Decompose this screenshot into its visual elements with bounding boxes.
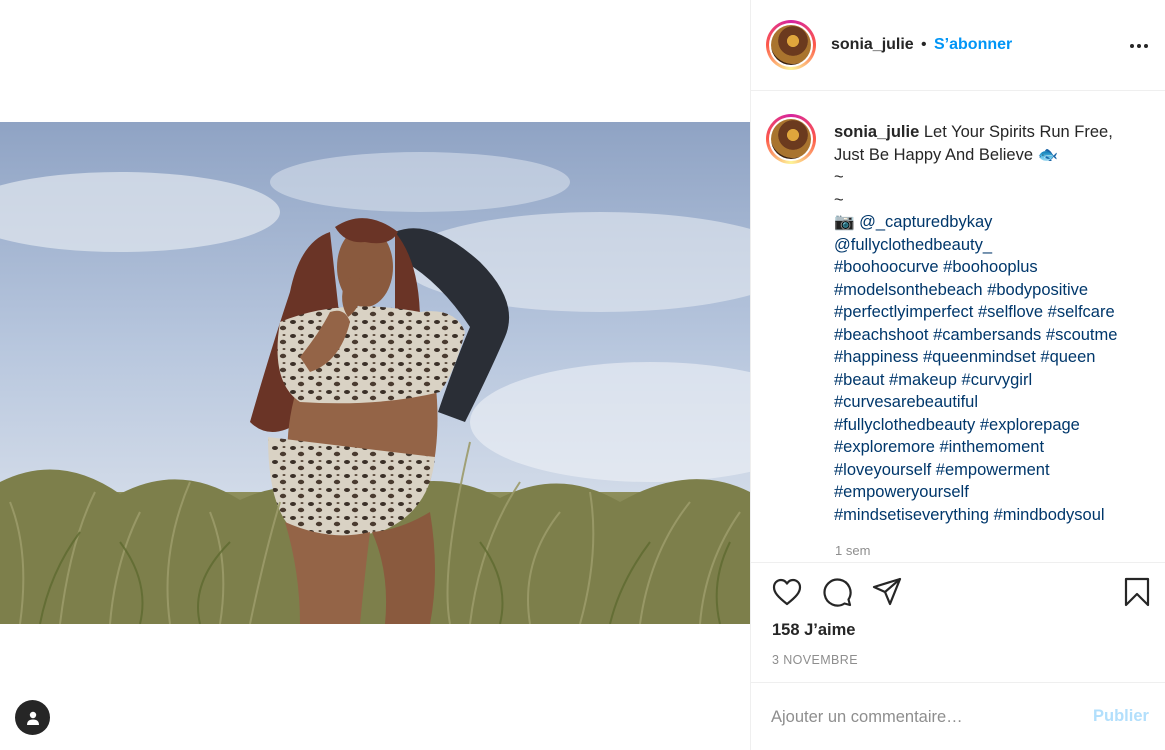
caption-line: Let Your Spirits Run Free, <box>923 123 1113 141</box>
caption-hashtags[interactable]: #mindsetiseverything #mindbodysoul <box>834 504 1144 527</box>
caption-hashtags[interactable]: #empoweryourself <box>834 481 1144 504</box>
caption-hashtags[interactable]: #perfectlyimperfect #selflove #selfcare <box>834 301 1144 324</box>
caption-line: Just Be Happy And Believe 🐟 <box>834 145 1059 164</box>
post-header: sonia_julie • S’abonner <box>751 0 1165 91</box>
post-date[interactable]: 3 NOVEMBRE <box>772 653 858 667</box>
author-avatar[interactable] <box>766 20 816 70</box>
caption-hashtags[interactable]: #happiness #queenmindset #queen <box>834 346 1144 369</box>
caption-line: ~ <box>834 190 844 209</box>
caption-username[interactable]: sonia_julie <box>834 123 919 141</box>
caption-mention[interactable]: @fullyclothedbeauty_ <box>834 234 1144 257</box>
caption-hashtags[interactable]: #loveyourself #empowerment <box>834 459 1144 482</box>
more-options-icon[interactable] <box>1127 34 1151 58</box>
follow-button[interactable]: S’abonner <box>934 36 1012 54</box>
post-actions <box>751 563 1165 623</box>
caption-mention[interactable]: 📷 @_capturedbykay <box>834 211 1144 234</box>
caption-hashtags[interactable]: #beachshoot #cambersands #scoutme <box>834 324 1144 347</box>
caption-hashtags[interactable]: #boohoocurve #boohooplus <box>834 256 1144 279</box>
save-button[interactable] <box>1120 575 1154 609</box>
heart-icon <box>772 578 802 606</box>
post-photo-image <box>0 122 750 624</box>
author-username[interactable]: sonia_julie <box>831 36 914 54</box>
publish-button[interactable]: Publier <box>1093 707 1149 726</box>
likes-count[interactable]: 158 J’aime <box>772 621 855 640</box>
post-photo[interactable] <box>0 122 750 624</box>
paper-plane-icon <box>872 577 902 606</box>
header-separator: • <box>921 36 927 53</box>
comment-button[interactable] <box>820 575 854 609</box>
caption-line: ~ <box>834 168 844 186</box>
caption-hashtags[interactable]: #exploremore #inthemoment <box>834 436 1144 459</box>
post-media-column <box>0 0 750 750</box>
caption-hashtags[interactable]: #modelsonthebeach #bodypositive <box>834 279 1144 302</box>
caption-timestamp[interactable]: 1 sem <box>835 543 870 558</box>
user-tag-icon <box>26 711 39 725</box>
comment-icon <box>823 578 852 607</box>
comment-input[interactable] <box>771 705 1071 729</box>
caption-avatar[interactable] <box>766 114 816 164</box>
comment-bar: Publier <box>751 682 1165 750</box>
like-button[interactable] <box>770 575 804 609</box>
caption-hashtags[interactable]: #curvesarebeautiful <box>834 391 1144 414</box>
caption-hashtags[interactable]: #fullyclothedbeauty #explorepage <box>834 414 1144 437</box>
caption-hashtags[interactable]: #beaut #makeup #curvygirl <box>834 369 1144 392</box>
caption-section: sonia_julie Let Your Spirits Run Free, J… <box>751 91 1165 563</box>
user-tag-button[interactable] <box>15 700 50 735</box>
caption-text: sonia_julie Let Your Spirits Run Free, J… <box>834 121 1144 526</box>
post-details-panel: sonia_julie • S’abonner sonia_julie Let … <box>750 0 1165 750</box>
bookmark-icon <box>1124 577 1150 607</box>
share-button[interactable] <box>870 575 904 609</box>
